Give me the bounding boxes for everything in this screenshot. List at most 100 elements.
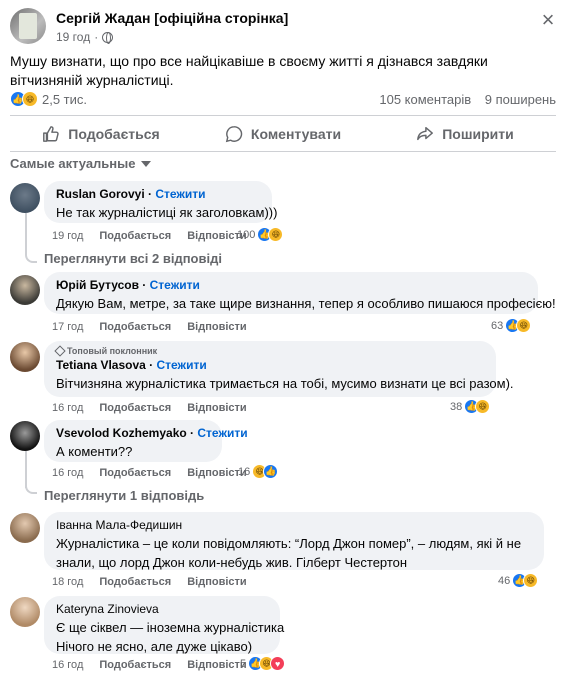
reactions-count[interactable]: 2,5 тис. xyxy=(42,92,87,107)
comment-bubble: Kateryna Zinovieva Є ще сіквел — іноземн… xyxy=(44,596,285,654)
post-actions: Подобається Коментувати Поширити xyxy=(10,121,556,147)
comment-bubble: Ruslan Gorovyi · Стежити Не так журналіс… xyxy=(44,181,278,223)
comment-reply-link[interactable]: Відповісти xyxy=(187,659,246,671)
thread-connector xyxy=(25,484,37,494)
comment-reply-link[interactable]: Відповісти xyxy=(187,402,246,414)
avatar[interactable] xyxy=(10,597,40,627)
comment-bubble: Vsevolod Kozhemyako · Стежити А коменти?… xyxy=(44,420,248,462)
like-reaction-icon: 👍 xyxy=(263,464,279,479)
comment-time[interactable]: 16 год xyxy=(52,467,83,479)
comment-reactions[interactable]: 46 👍 😆 xyxy=(498,573,539,588)
comment-actions: 18 год Подобається Відповісти xyxy=(52,576,247,588)
badge-label: Топовый поклонник xyxy=(67,346,158,356)
comment-reaction-count: 38 xyxy=(450,400,463,413)
comment-actions: 19 год Подобається Відповісти xyxy=(52,230,247,242)
commenter-name[interactable]: Ruslan Gorovyi xyxy=(56,187,145,201)
avatar[interactable] xyxy=(10,342,40,372)
share-button[interactable]: Поширити xyxy=(374,121,556,147)
post-time[interactable]: 19 год xyxy=(56,30,90,44)
comment-time[interactable]: 18 год xyxy=(52,576,83,588)
thread-line xyxy=(25,213,27,255)
comment-reaction-count: 63 xyxy=(491,319,504,332)
comment-reply-link[interactable]: Відповісти xyxy=(187,321,246,333)
comment-text-line-1: Є ще сіквел — іноземна журналістика xyxy=(56,620,285,635)
comment-like-link[interactable]: Подобається xyxy=(99,230,171,242)
sort-label: Самые актуальные xyxy=(10,156,136,171)
comment-like-link[interactable]: Подобається xyxy=(99,576,171,588)
haha-reaction-icon: 😆 xyxy=(523,573,539,588)
comment-button[interactable]: Коментувати xyxy=(192,121,374,147)
haha-reaction-icon: 😆 xyxy=(22,91,38,107)
comment-actions: 16 год Подобається Відповісти xyxy=(52,659,247,671)
thumbs-up-icon xyxy=(43,126,59,142)
comment-reactions[interactable]: 5 👍 😆 ♥ xyxy=(240,656,286,671)
thread-line xyxy=(25,450,27,488)
comments-count[interactable]: 105 коментарів xyxy=(379,92,471,107)
commenter-name[interactable]: Kateryna Zinovieva xyxy=(56,602,268,616)
post-header: Сергій Жадан [офіційна сторінка] 19 год … xyxy=(10,8,556,48)
view-replies-link[interactable]: Переглянути 1 відповідь xyxy=(44,488,204,503)
comment-time[interactable]: 19 год xyxy=(52,230,83,242)
comment-sort-dropdown[interactable]: Самые актуальные xyxy=(10,156,151,171)
commenter-name[interactable]: Юрій Бутусов xyxy=(56,278,139,292)
divider xyxy=(10,151,556,152)
comment-time[interactable]: 16 год xyxy=(52,659,83,671)
follow-link[interactable]: Стежити xyxy=(155,187,205,201)
comment-text: Дякую Вам, метре, за таке щире визнання,… xyxy=(56,296,556,311)
follow-link[interactable]: Стежити xyxy=(197,426,247,440)
comment-text: Вітчизняна журналістика тримається на то… xyxy=(56,376,514,391)
comment-reactions[interactable]: 100 👍 😆 xyxy=(237,227,284,242)
close-icon[interactable]: × xyxy=(540,9,556,31)
like-label: Подобається xyxy=(68,126,160,142)
top-fan-badge: Топовый поклонник xyxy=(54,345,484,357)
comment-actions: 17 год Подобається Відповісти xyxy=(52,321,247,333)
shares-count[interactable]: 9 поширень xyxy=(485,92,556,107)
comment-like-link[interactable]: Подобається xyxy=(99,321,171,333)
avatar[interactable] xyxy=(10,513,40,543)
post-author[interactable]: Сергій Жадан [офіційна сторінка] xyxy=(56,10,288,26)
post-text: Мушу визнати, що про все найцікавіше в с… xyxy=(10,53,488,88)
love-reaction-icon: ♥ xyxy=(270,656,286,671)
commenter-name[interactable]: Tetiana Vlasova xyxy=(56,358,146,372)
thread-connector xyxy=(25,253,37,263)
reactions-summary: 👍 😆 2,5 тис. 105 коментарів 9 поширень xyxy=(10,90,556,110)
comment-reactions[interactable]: 16 😆 👍 xyxy=(238,464,279,479)
globe-icon xyxy=(102,31,114,44)
post-stats: 105 коментарів 9 поширень xyxy=(369,92,556,107)
follow-link[interactable]: Стежити xyxy=(150,278,200,292)
comment-actions: 16 год Подобається Відповісти xyxy=(52,467,247,479)
reaction-icons[interactable]: 👍 😆 xyxy=(10,91,38,107)
comment-time[interactable]: 17 год xyxy=(52,321,83,333)
comment-reaction-count: 5 xyxy=(240,657,247,670)
divider xyxy=(10,115,556,116)
commenter-name[interactable]: Vsevolod Kozhemyako xyxy=(56,426,187,440)
comment-time[interactable]: 16 год xyxy=(52,402,83,414)
view-replies-link[interactable]: Переглянути всі 2 відповіді xyxy=(44,251,222,266)
comment-reaction-count: 16 xyxy=(238,465,251,478)
comment-label: Коментувати xyxy=(250,126,342,142)
comment-bubble: Іванна Мала-Федишин Журналістика – це ко… xyxy=(44,512,544,570)
comment-reaction-count: 100 xyxy=(237,228,256,241)
comment-text-line-2: Нічого не ясно, але дуже цікаво) xyxy=(56,639,253,654)
haha-reaction-icon: 😆 xyxy=(516,318,532,333)
comment-reactions[interactable]: 63 👍 😆 xyxy=(491,318,532,333)
comment-like-link[interactable]: Подобається xyxy=(99,467,171,479)
follow-link[interactable]: Стежити xyxy=(157,358,207,372)
comment-text-line-1: Журналістика – це коли повідомляють: “Ло… xyxy=(56,536,522,551)
comment-reaction-count: 46 xyxy=(498,574,511,587)
share-icon xyxy=(417,126,434,141)
avatar[interactable] xyxy=(10,421,40,451)
comment-reactions[interactable]: 38 👍 😆 xyxy=(450,399,491,414)
comment-reply-link[interactable]: Відповісти xyxy=(187,576,246,588)
avatar[interactable] xyxy=(10,275,40,305)
commenter-name[interactable]: Іванна Мала-Федишин xyxy=(56,518,532,532)
comment-icon xyxy=(225,126,243,143)
diamond-icon xyxy=(54,345,66,357)
like-button[interactable]: Подобається xyxy=(10,121,192,147)
page-avatar[interactable] xyxy=(10,8,46,44)
post-meta: 19 год · xyxy=(56,30,114,44)
avatar[interactable] xyxy=(10,183,40,213)
comment-text: Не так журналістиці як заголовкам))) xyxy=(56,205,278,220)
comment-like-link[interactable]: Подобається xyxy=(99,659,171,671)
comment-like-link[interactable]: Подобається xyxy=(99,402,171,414)
